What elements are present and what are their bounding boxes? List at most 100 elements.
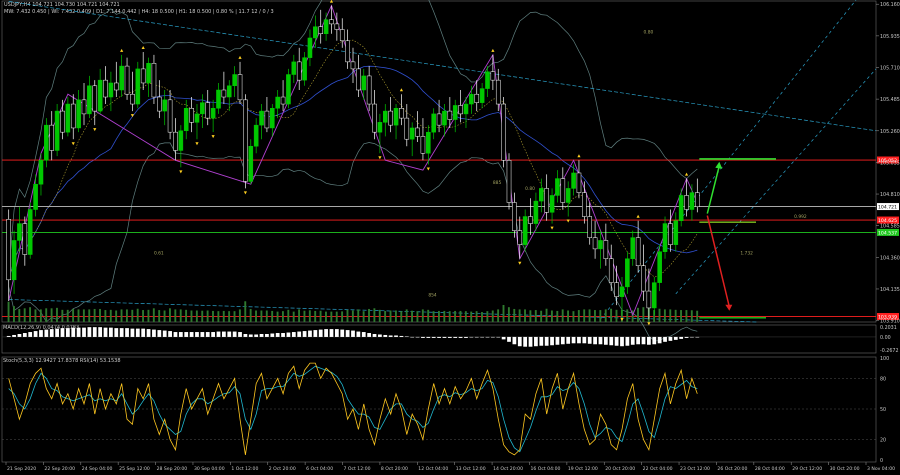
candle-body	[17, 223, 22, 241]
macd-bar	[55, 328, 59, 337]
volume-bar	[77, 309, 80, 322]
macd-bar	[361, 332, 366, 337]
candle-body	[576, 172, 582, 193]
volume-bar	[529, 310, 532, 322]
candle-body	[695, 192, 700, 207]
macd-bar	[410, 336, 415, 338]
macd-bar	[480, 336, 484, 338]
volume-bar	[335, 311, 338, 322]
candle-body	[678, 195, 684, 222]
volume-bar	[303, 310, 306, 322]
candle-body	[54, 110, 60, 151]
candle-body	[431, 113, 436, 133]
candle-body	[334, 23, 340, 30]
time-label-21: 29 Oct 12:00	[792, 466, 822, 472]
volume-bar	[298, 309, 301, 322]
macd-bar	[195, 332, 199, 337]
macd-bar	[146, 329, 151, 337]
volume-bar	[351, 310, 354, 322]
candle-body	[194, 113, 200, 123]
volume-bar	[680, 310, 682, 322]
volume-bar	[217, 311, 220, 322]
candle-body	[361, 75, 367, 91]
price-tick-label-3: 105.485	[880, 97, 900, 103]
volume-bar	[18, 308, 21, 322]
macd-bar	[162, 330, 167, 337]
volume-bar	[502, 305, 505, 322]
time-label-9: 7 Oct 12:00	[344, 466, 371, 472]
macd-bar	[340, 329, 345, 337]
volume-bar	[475, 311, 478, 322]
fractals	[71, 0, 689, 326]
candle-body	[76, 99, 81, 129]
candle-body	[592, 237, 598, 250]
time-label-8: 6 Oct 04:00	[306, 466, 333, 472]
candle-body	[92, 85, 98, 112]
volume-bar	[330, 311, 333, 322]
volume-bar	[238, 309, 241, 322]
volume-bar	[212, 310, 214, 322]
macd-bar	[103, 327, 108, 337]
price-tick-label-7: 104.585	[880, 224, 900, 230]
macd-bar	[39, 330, 43, 337]
macd-bar	[205, 332, 210, 337]
volume-bar	[594, 310, 596, 322]
candle-body	[140, 68, 146, 84]
time-label-17: 22 Oct 04:00	[643, 466, 673, 472]
candle-body	[33, 183, 38, 210]
candle-body	[200, 102, 205, 115]
fractal-up-marker	[329, 0, 334, 3]
level-tag-text-3: 104.537	[878, 230, 897, 236]
volume-bar	[45, 308, 48, 322]
macd-bar	[109, 327, 113, 337]
macd-bar	[555, 336, 560, 345]
candle-body	[44, 124, 49, 161]
volume-bar	[185, 309, 188, 322]
volume-bar	[470, 311, 473, 322]
candle-body	[183, 108, 189, 132]
macd-bar	[6, 335, 11, 337]
macd-bar	[464, 336, 468, 338]
macd-bar	[222, 331, 226, 337]
time-label-22: 30 Oct 20:00	[830, 466, 860, 472]
volume-bar	[438, 310, 440, 322]
volume-bar	[577, 310, 580, 322]
candle-body	[124, 65, 130, 95]
macd-bar	[313, 330, 318, 337]
fractal-up-marker	[399, 88, 404, 92]
candle-body	[533, 200, 539, 224]
macd-histogram: 0.2031 0.00 -0.2672	[2, 325, 899, 354]
stochastic: 100 80 50 20 0	[8, 356, 889, 464]
macd-bar	[534, 336, 538, 347]
volume-bar	[29, 307, 32, 322]
annotation-8: 854	[428, 293, 437, 299]
volume-bar	[610, 308, 613, 322]
volume-bar	[56, 307, 58, 322]
macd-bar	[684, 336, 689, 338]
macd-bar	[65, 328, 70, 337]
fractal-up-marker	[636, 214, 640, 218]
volume-bar	[658, 308, 661, 322]
macd-bar	[609, 336, 614, 346]
macd-bar	[490, 336, 495, 338]
price-chart-svg[interactable]: 0.800.800.248858850.9921.7320.618541.419…	[0, 0, 900, 475]
candle-body	[651, 282, 657, 309]
volume-bar	[524, 309, 526, 322]
macd-bar	[496, 336, 501, 338]
volume-bar	[534, 310, 537, 322]
candle-body	[560, 178, 566, 203]
macd-bar	[200, 332, 205, 337]
macd-bar	[690, 336, 694, 338]
volume-bar	[572, 311, 575, 322]
volume-bar	[23, 308, 26, 322]
macd-bar	[329, 329, 334, 337]
volume-bar	[588, 309, 591, 322]
volume-bar	[583, 309, 586, 322]
volume-bar	[61, 309, 64, 322]
macd-bar	[119, 328, 124, 337]
candle-body	[463, 103, 469, 115]
candle-body	[630, 237, 636, 259]
annotation-5: 0.992	[794, 214, 807, 220]
volume-bar	[400, 311, 403, 322]
candle-body	[485, 71, 490, 89]
